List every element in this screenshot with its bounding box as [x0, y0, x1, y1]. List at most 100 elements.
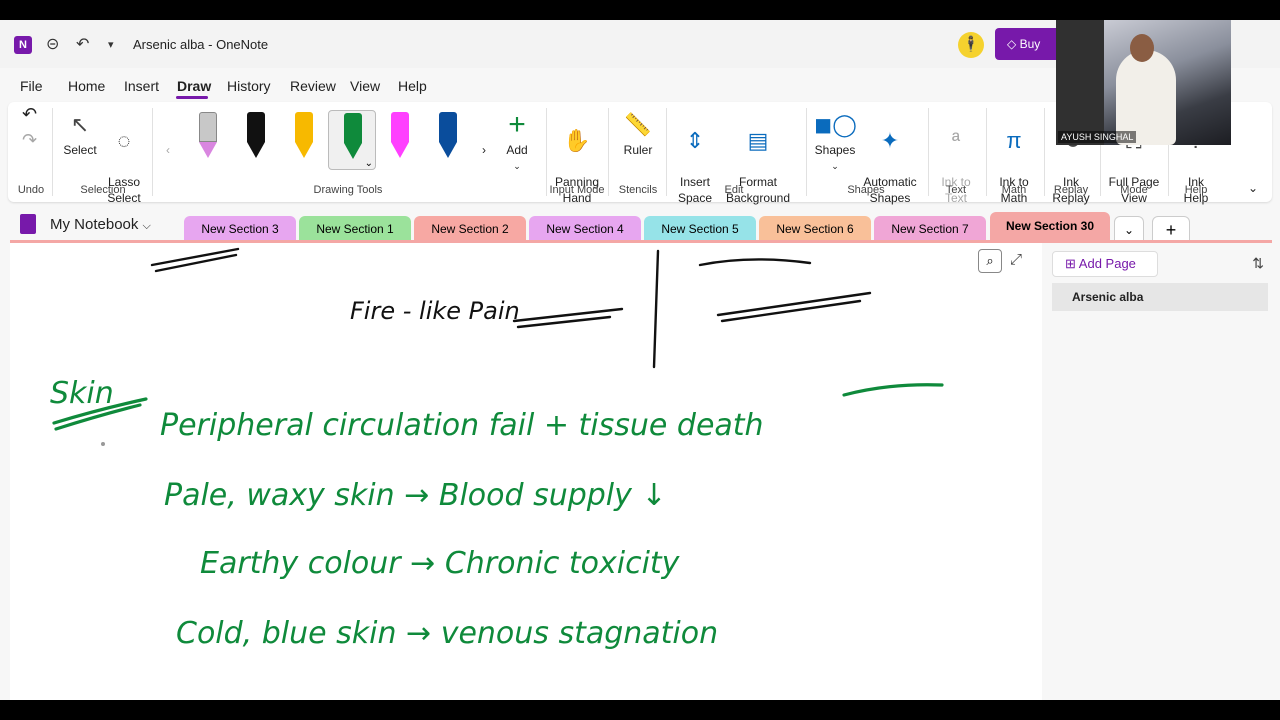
- pen-tip: [247, 142, 265, 158]
- section-tab-7[interactable]: New Section 7: [874, 216, 986, 242]
- undo-icon[interactable]: ↶: [22, 105, 37, 123]
- page-canvas[interactable]: Fire - like Pain Skin Peripheral circula…: [10, 243, 1042, 700]
- user-avatar-icon[interactable]: 🕴: [958, 32, 984, 58]
- insert-space-label: Insert Space: [677, 175, 713, 205]
- ribbon-collapse-chevron-icon[interactable]: ⌄: [1248, 180, 1258, 196]
- customize-chevron-icon[interactable]: ▾: [108, 38, 114, 51]
- notebook-selector[interactable]: My Notebook ⌵: [50, 216, 151, 233]
- add-page-button[interactable]: ⊞ Add Page: [1052, 251, 1158, 277]
- ink-layer: Fire - like Pain Skin Peripheral circula…: [50, 247, 944, 651]
- page-list-panel: ⊞ Add Page ⇅ Arsenic alba: [1044, 243, 1280, 700]
- section-tab-label: New Section 7: [891, 222, 969, 236]
- pen-options-chevron-icon[interactable]: ⌄: [365, 158, 373, 169]
- green-pen-tool[interactable]: ⌄: [328, 110, 376, 170]
- pen-body: [391, 112, 409, 142]
- ruler-button[interactable]: 📏 Ruler: [618, 110, 658, 158]
- ruler-icon: 📏: [624, 112, 652, 137]
- section-tab-30[interactable]: New Section 30: [990, 212, 1110, 242]
- section-tab-1[interactable]: New Section 1: [299, 216, 411, 242]
- pens-scroll-right-icon[interactable]: ›: [482, 142, 486, 158]
- screen-frame: N ⊝ ↶ ▾ Arsenic alba - OneNote 🕴 ◇ Buy F…: [0, 0, 1280, 720]
- search-zoom-icon[interactable]: ⌕: [978, 249, 1002, 273]
- ink-underline: [842, 383, 944, 397]
- section-tab-label: New Section 30: [1005, 219, 1095, 233]
- ink-line-3: Earthy colour → Chronic toxicity: [200, 546, 681, 581]
- tab-view[interactable]: View: [350, 78, 380, 94]
- tab-file[interactable]: File: [20, 78, 43, 94]
- yellow-pen-tool[interactable]: [286, 110, 322, 180]
- tab-draw[interactable]: Draw: [177, 78, 211, 94]
- section-tab-label: New Section 6: [776, 222, 854, 236]
- edit-group-label: Edit: [724, 184, 744, 196]
- ink-divider-line: [652, 249, 660, 369]
- ink-to-text-icon: ª: [951, 128, 961, 153]
- section-tab-5[interactable]: New Section 5: [644, 216, 756, 242]
- eraser-tool[interactable]: [190, 110, 226, 180]
- mode-group-label: Mode: [1120, 184, 1148, 196]
- document-title: Arsenic alba - OneNote: [133, 37, 269, 52]
- ink-heading-skin: Skin: [50, 376, 114, 411]
- eraser-tip: [199, 142, 217, 158]
- tab-insert[interactable]: Insert: [124, 78, 159, 94]
- expand-icon[interactable]: ⤢: [1010, 251, 1022, 268]
- insert-space-icon: ⇕: [685, 128, 705, 153]
- page-item[interactable]: Arsenic alba: [1052, 283, 1268, 311]
- magenta-highlighter-tool[interactable]: [382, 110, 418, 180]
- shapes-button[interactable]: ◼◯ Shapes ⌄: [814, 110, 857, 174]
- undo-icon[interactable]: ↶: [76, 34, 89, 54]
- eraser-body: [199, 112, 217, 142]
- pen-tip: [439, 142, 457, 158]
- select-button[interactable]: ↖ Select: [60, 110, 100, 158]
- ink-line-2: Pale, waxy skin → Blood supply ↓: [164, 478, 667, 513]
- section-tab-2[interactable]: New Section 2: [414, 216, 526, 242]
- divider: [666, 108, 667, 196]
- math-group-label: Math: [1001, 184, 1027, 196]
- section-tab-4[interactable]: New Section 4: [529, 216, 641, 242]
- sort-icon[interactable]: ⇅: [1252, 255, 1264, 272]
- tab-history[interactable]: History: [227, 78, 271, 94]
- buy-button[interactable]: ◇ Buy: [995, 28, 1065, 60]
- section-tab-3[interactable]: New Section 3: [184, 216, 296, 242]
- webcam-name-label: AYUSH SINGHAL: [1058, 131, 1137, 143]
- black-pen-tool[interactable]: [238, 110, 274, 180]
- text-group-label: Text: [945, 184, 967, 196]
- chevron-down-icon: ⌄: [831, 161, 839, 171]
- ink-text-fire-like-pain: Fire - like Pain: [350, 297, 520, 325]
- pen-body: [344, 113, 362, 143]
- add-section-icon[interactable]: +: [1152, 216, 1190, 242]
- section-list-chevron-icon[interactable]: ⌄: [1114, 216, 1144, 242]
- drawing-tools-group-label: Drawing Tools: [313, 184, 383, 196]
- pen-body: [439, 112, 457, 142]
- shapes-icon: ◼◯: [814, 112, 857, 137]
- section-tab-6[interactable]: New Section 6: [759, 216, 871, 242]
- ink-dot: [101, 442, 105, 446]
- pen-body: [295, 112, 313, 142]
- divider: [986, 108, 987, 196]
- add-pen-button[interactable]: + Add ⌄: [502, 110, 532, 174]
- redo-icon[interactable]: ↷: [22, 131, 37, 149]
- divider: [806, 108, 807, 196]
- webcam-overlay: AYUSH SINGHAL: [1056, 20, 1231, 145]
- divider: [1044, 108, 1045, 196]
- notebook-bar: My Notebook ⌵ New Section 3 New Section …: [0, 212, 1280, 242]
- blue-pen-tool[interactable]: [430, 110, 466, 180]
- add-page-icon: ⊞: [1065, 256, 1079, 271]
- divider: [608, 108, 609, 196]
- buy-label: Buy: [1019, 37, 1041, 51]
- back-icon[interactable]: ⊝: [46, 34, 59, 54]
- section-tab-label: New Section 2: [431, 222, 509, 236]
- notebook-name-label: My Notebook: [50, 216, 139, 233]
- plus-icon: +: [508, 108, 526, 141]
- divider: [928, 108, 929, 196]
- ink-line-1: Peripheral circulation fail + tissue dea…: [160, 408, 764, 443]
- section-tab-label: New Section 1: [316, 222, 394, 236]
- lasso-icon: ◌: [117, 128, 131, 153]
- ink-stroke: [698, 258, 812, 267]
- pen-body: [247, 112, 265, 142]
- pens-scroll-left-icon[interactable]: ‹: [166, 142, 170, 158]
- tab-review[interactable]: Review: [290, 78, 336, 94]
- tab-help[interactable]: Help: [398, 78, 427, 94]
- tab-home[interactable]: Home: [68, 78, 105, 94]
- pen-tip: [295, 142, 313, 158]
- pen-tip: [344, 143, 362, 159]
